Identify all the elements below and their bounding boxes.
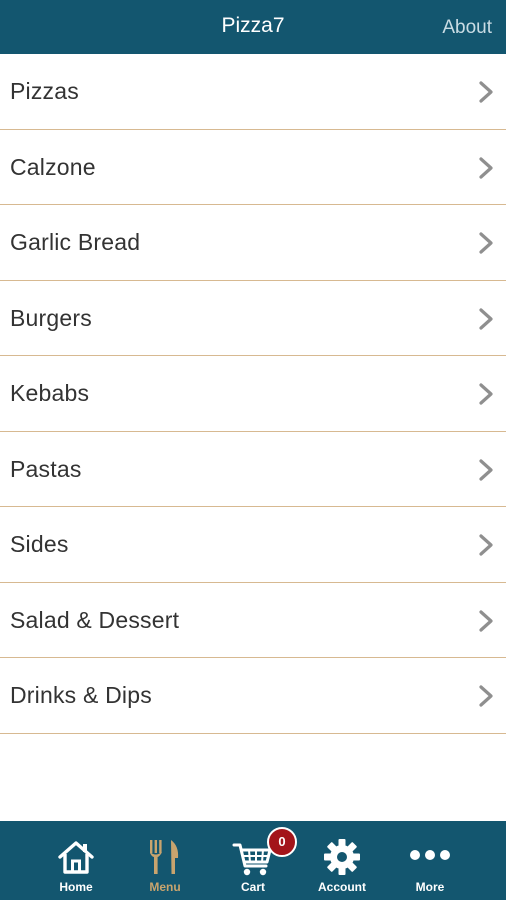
cart-count-badge: 0: [267, 827, 297, 857]
category-item-garlic-bread[interactable]: Garlic Bread: [0, 205, 506, 281]
home-icon: [58, 841, 94, 874]
category-label: Burgers: [10, 304, 92, 331]
top-bar: Pizza7 About: [0, 0, 506, 54]
fork-knife-icon: [150, 840, 179, 874]
category-label: Pizzas: [10, 78, 79, 104]
tab-label: Account: [318, 880, 366, 894]
tab-menu[interactable]: Menu: [125, 821, 205, 900]
bottom-tab-bar: Home Menu 0 Cart Account More: [0, 821, 506, 900]
chevron-right-icon: [479, 685, 493, 707]
category-item-kebabs[interactable]: Kebabs: [0, 356, 506, 432]
category-item-pastas[interactable]: Pastas: [0, 432, 506, 507]
category-item-pizzas[interactable]: Pizzas: [0, 54, 506, 130]
chevron-right-icon: [479, 232, 493, 254]
about-button[interactable]: About: [442, 17, 492, 39]
chevron-right-icon: [479, 81, 493, 103]
tab-account[interactable]: Account: [302, 821, 382, 900]
category-label: Drinks & Dips: [10, 682, 152, 708]
category-item-sides[interactable]: Sides: [0, 507, 506, 583]
category-label: Kebabs: [10, 380, 90, 406]
chevron-right-icon: [479, 534, 493, 556]
category-item-drinks-dips[interactable]: Drinks & Dips: [0, 658, 506, 734]
tab-label: More: [415, 880, 445, 894]
category-label: Garlic Bread: [10, 229, 141, 255]
category-label: Salad & Dessert: [10, 606, 180, 633]
tab-more[interactable]: More: [390, 821, 470, 900]
chevron-right-icon: [479, 307, 493, 330]
tab-home[interactable]: Home: [36, 821, 116, 900]
tab-label: Cart: [240, 880, 265, 894]
category-label: Pastas: [10, 455, 82, 482]
tab-cart[interactable]: 0 Cart: [213, 821, 297, 900]
chevron-right-icon: [479, 458, 493, 481]
more-dots-icon: [410, 850, 450, 860]
category-item-calzone[interactable]: Calzone: [0, 130, 506, 205]
tab-label: Menu: [149, 880, 181, 894]
chevron-right-icon: [479, 156, 493, 179]
gear-icon: [324, 839, 360, 875]
category-item-burgers[interactable]: Burgers: [0, 281, 506, 356]
app-title: Pizza7: [221, 14, 285, 37]
category-label: Sides: [10, 531, 69, 557]
tab-label: Home: [59, 880, 93, 894]
chevron-right-icon: [479, 383, 493, 405]
chevron-right-icon: [479, 609, 493, 632]
category-list: Pizzas Calzone Garlic Bread Burgers Keba…: [0, 54, 506, 734]
app-screen: Pizza7 About Pizzas Calzone Garlic Bread…: [0, 0, 506, 900]
category-item-salad-dessert[interactable]: Salad & Dessert: [0, 583, 506, 658]
category-label: Calzone: [10, 153, 96, 180]
